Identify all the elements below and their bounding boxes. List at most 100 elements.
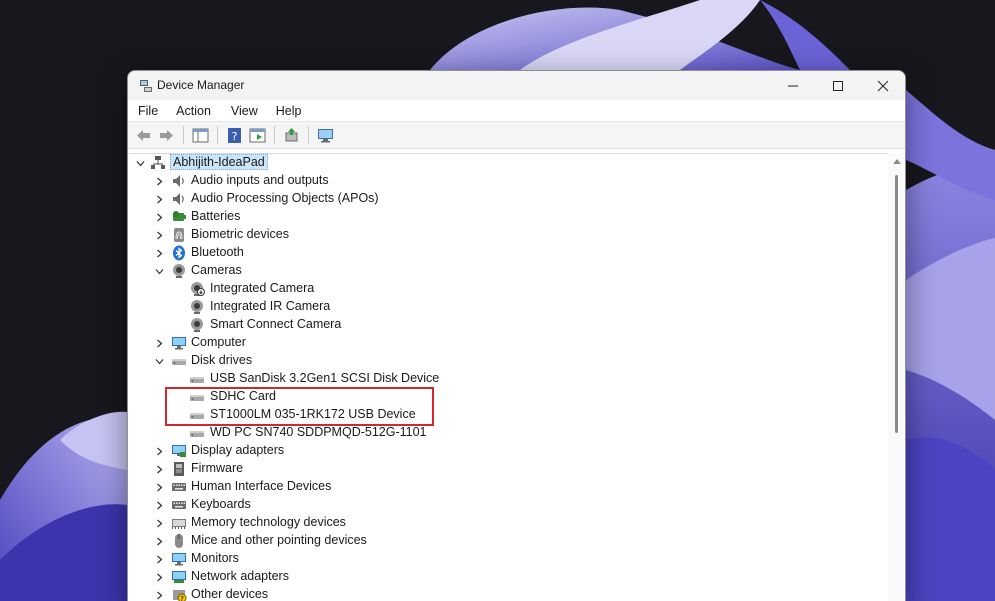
speaker-icon xyxy=(171,173,187,189)
expand-chevron-icon[interactable] xyxy=(154,536,164,546)
speaker-icon xyxy=(171,191,187,207)
root-computer-label: Abhijith-IdeaPad xyxy=(170,154,268,170)
drive-icon xyxy=(189,371,205,387)
category-memory-technology-devices[interactable]: Memory technology devices xyxy=(129,514,729,532)
menu-bar: File Action View Help xyxy=(128,100,905,122)
category-bluetooth[interactable]: Bluetooth xyxy=(129,244,729,262)
tree-item-label: Cameras xyxy=(191,263,242,277)
minimize-button[interactable] xyxy=(770,71,816,100)
category-audio-processing-objects-apos[interactable]: Audio Processing Objects (APOs) xyxy=(129,190,729,208)
forward-button[interactable] xyxy=(155,124,177,146)
device-integrated-camera[interactable]: Integrated Camera xyxy=(129,280,729,298)
expand-chevron-icon[interactable] xyxy=(154,464,164,474)
tree-item-label: Integrated Camera xyxy=(210,281,315,295)
firmware-icon xyxy=(171,461,187,477)
expand-chevron-icon[interactable] xyxy=(154,446,164,456)
tree-item-label: Audio inputs and outputs xyxy=(191,173,329,187)
category-monitors[interactable]: Monitors xyxy=(129,550,729,568)
camera-icon xyxy=(189,299,205,315)
monitor-icon xyxy=(171,551,187,567)
menu-help[interactable]: Help xyxy=(276,104,302,118)
close-icon xyxy=(877,80,889,91)
expand-chevron-icon[interactable] xyxy=(154,338,164,348)
expand-chevron-icon[interactable] xyxy=(154,500,164,510)
window-title: Device Manager xyxy=(157,78,245,92)
toolbar-separator xyxy=(308,126,309,144)
category-disk-drives[interactable]: Disk drives xyxy=(129,352,729,370)
expand-chevron-icon[interactable] xyxy=(154,176,164,186)
show-hide-console-tree-button[interactable] xyxy=(189,124,211,146)
category-network-adapters[interactable]: Network adapters xyxy=(129,568,729,586)
menu-file[interactable]: File xyxy=(138,104,158,118)
menu-action[interactable]: Action xyxy=(176,104,211,118)
expand-chevron-icon[interactable] xyxy=(154,590,164,600)
category-keyboards[interactable]: Keyboards xyxy=(129,496,729,514)
scan-monitor-icon xyxy=(317,128,333,142)
scan-hardware-button[interactable] xyxy=(314,124,336,146)
device-integrated-ir-camera[interactable]: Integrated IR Camera xyxy=(129,298,729,316)
camera-warning-icon xyxy=(189,281,205,297)
collapse-chevron-icon[interactable] xyxy=(154,266,164,276)
expand-chevron-icon[interactable] xyxy=(154,194,164,204)
category-firmware[interactable]: Firmware xyxy=(129,460,729,478)
vertical-scrollbar[interactable] xyxy=(888,153,905,601)
device-usb-sandisk-3-2gen1-scsi-disk-device[interactable]: USB SanDisk 3.2Gen1 SCSI Disk Device xyxy=(129,370,729,388)
expand-chevron-icon[interactable] xyxy=(154,248,164,258)
expand-chevron-icon[interactable] xyxy=(154,554,164,564)
tree-item-label: Batteries xyxy=(191,209,241,223)
drive-icon xyxy=(189,425,205,441)
category-computer[interactable]: Computer xyxy=(129,334,729,352)
category-human-interface-devices[interactable]: Human Interface Devices xyxy=(129,478,729,496)
highlight-annotation-box xyxy=(165,387,434,426)
category-audio-inputs-and-outputs[interactable]: Audio inputs and outputs xyxy=(129,172,729,190)
category-batteries[interactable]: Batteries xyxy=(129,208,729,226)
back-button[interactable] xyxy=(132,124,154,146)
mouse-icon xyxy=(171,533,187,549)
minimize-icon xyxy=(788,85,798,86)
scroll-up-arrow-icon[interactable] xyxy=(893,159,901,164)
expand-chevron-icon[interactable] xyxy=(154,482,164,492)
network-icon xyxy=(171,569,187,585)
fingerprint-icon xyxy=(171,227,187,243)
keyboard-icon xyxy=(171,497,187,513)
keyboard-icon xyxy=(171,479,187,495)
collapse-chevron-icon[interactable] xyxy=(154,356,164,366)
category-cameras[interactable]: Cameras xyxy=(129,262,729,280)
category-other-devices[interactable]: ? Other devices xyxy=(129,586,729,601)
scrollbar-thumb[interactable] xyxy=(895,175,898,433)
tree-item-label: WD PC SN740 SDDPMQD-512G-1101 xyxy=(210,425,427,439)
update-driver-icon xyxy=(285,127,297,141)
title-bar[interactable]: Device Manager xyxy=(128,71,905,100)
tree-item-label: Network adapters xyxy=(191,569,289,583)
toolbar-separator xyxy=(217,126,218,144)
expand-chevron-icon[interactable] xyxy=(154,518,164,528)
category-mice-and-other-pointing-devices[interactable]: Mice and other pointing devices xyxy=(129,532,729,550)
close-button[interactable] xyxy=(860,71,905,100)
battery-icon xyxy=(171,209,187,225)
help-button[interactable]: ? xyxy=(223,124,245,146)
update-driver-button[interactable] xyxy=(280,124,302,146)
computer-network-icon xyxy=(150,155,166,171)
tree-item-label: Monitors xyxy=(191,551,239,565)
console-tree-icon xyxy=(192,128,208,142)
monitor-icon xyxy=(171,335,187,351)
expand-chevron-icon[interactable] xyxy=(154,212,164,222)
device-wd-pc-sn740-sddpmqd-512g-1101[interactable]: WD PC SN740 SDDPMQD-512G-1101 xyxy=(129,424,729,442)
tree-item-label: Biometric devices xyxy=(191,227,289,241)
tree-item-label: Other devices xyxy=(191,587,269,601)
display-adapter-icon xyxy=(171,443,187,459)
maximize-button[interactable] xyxy=(815,71,861,100)
tree-root[interactable]: Abhijith-IdeaPad xyxy=(129,154,429,172)
tree-item-label: Bluetooth xyxy=(191,245,244,259)
menu-view[interactable]: View xyxy=(231,104,258,118)
toolbar: ? xyxy=(128,122,905,149)
expand-chevron-icon[interactable] xyxy=(154,230,164,240)
properties-button[interactable] xyxy=(246,124,268,146)
device-smart-connect-camera[interactable]: Smart Connect Camera xyxy=(129,316,729,334)
help-icon: ? xyxy=(227,127,241,143)
category-display-adapters[interactable]: Display adapters xyxy=(129,442,729,460)
category-biometric-devices[interactable]: Biometric devices xyxy=(129,226,729,244)
expand-chevron-icon[interactable] xyxy=(154,572,164,582)
toolbar-separator xyxy=(183,126,184,144)
collapse-chevron-icon[interactable] xyxy=(135,158,145,168)
